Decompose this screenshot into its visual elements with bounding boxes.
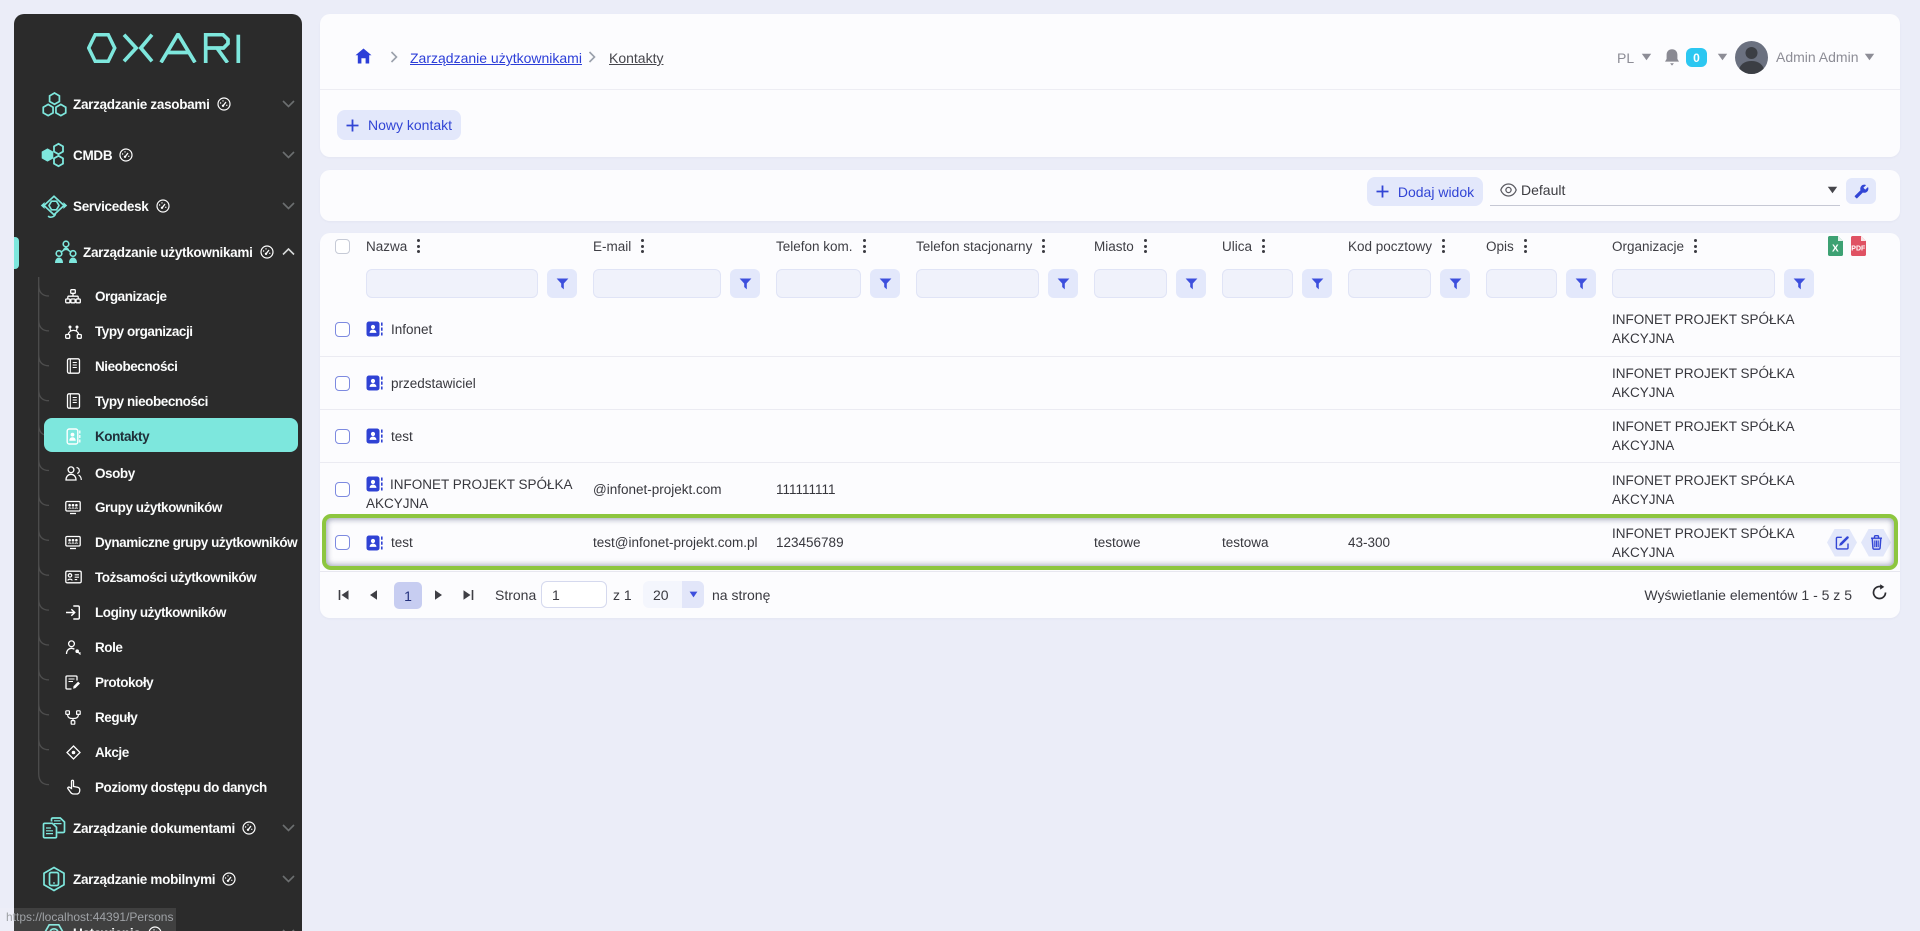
- svg-text:X: X: [1832, 244, 1839, 255]
- svg-text:PDF: PDF: [1851, 246, 1866, 253]
